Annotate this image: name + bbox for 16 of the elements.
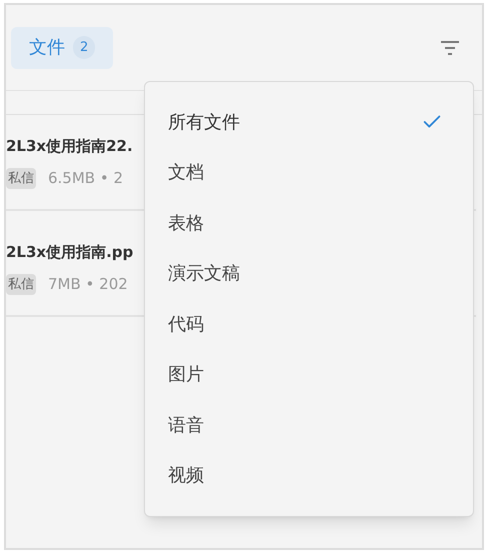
menu-item[interactable]: 代码	[145, 299, 473, 350]
filter-icon[interactable]	[440, 40, 460, 56]
file-meta: 6.5MB • 2	[48, 168, 124, 189]
menu-item[interactable]: 图片	[145, 350, 473, 400]
file-meta: 7MB • 202	[48, 274, 128, 295]
menu-item[interactable]: 文档	[145, 148, 473, 198]
menu-item[interactable]: 表格	[145, 198, 473, 248]
source-tag: 私信	[6, 274, 36, 295]
menu-item[interactable]: 语音	[145, 400, 473, 450]
file-name: 2L3x使用指南.pp	[6, 242, 134, 262]
menu-item[interactable]: 演示文稿	[145, 248, 473, 299]
count-badge: 2	[73, 36, 96, 60]
menu-item[interactable]: 所有文件	[145, 97, 473, 148]
source-tag: 私信	[6, 168, 36, 189]
file-name: 2L3x使用指南22.	[6, 136, 134, 156]
menu-item[interactable]: 视频	[145, 450, 473, 501]
